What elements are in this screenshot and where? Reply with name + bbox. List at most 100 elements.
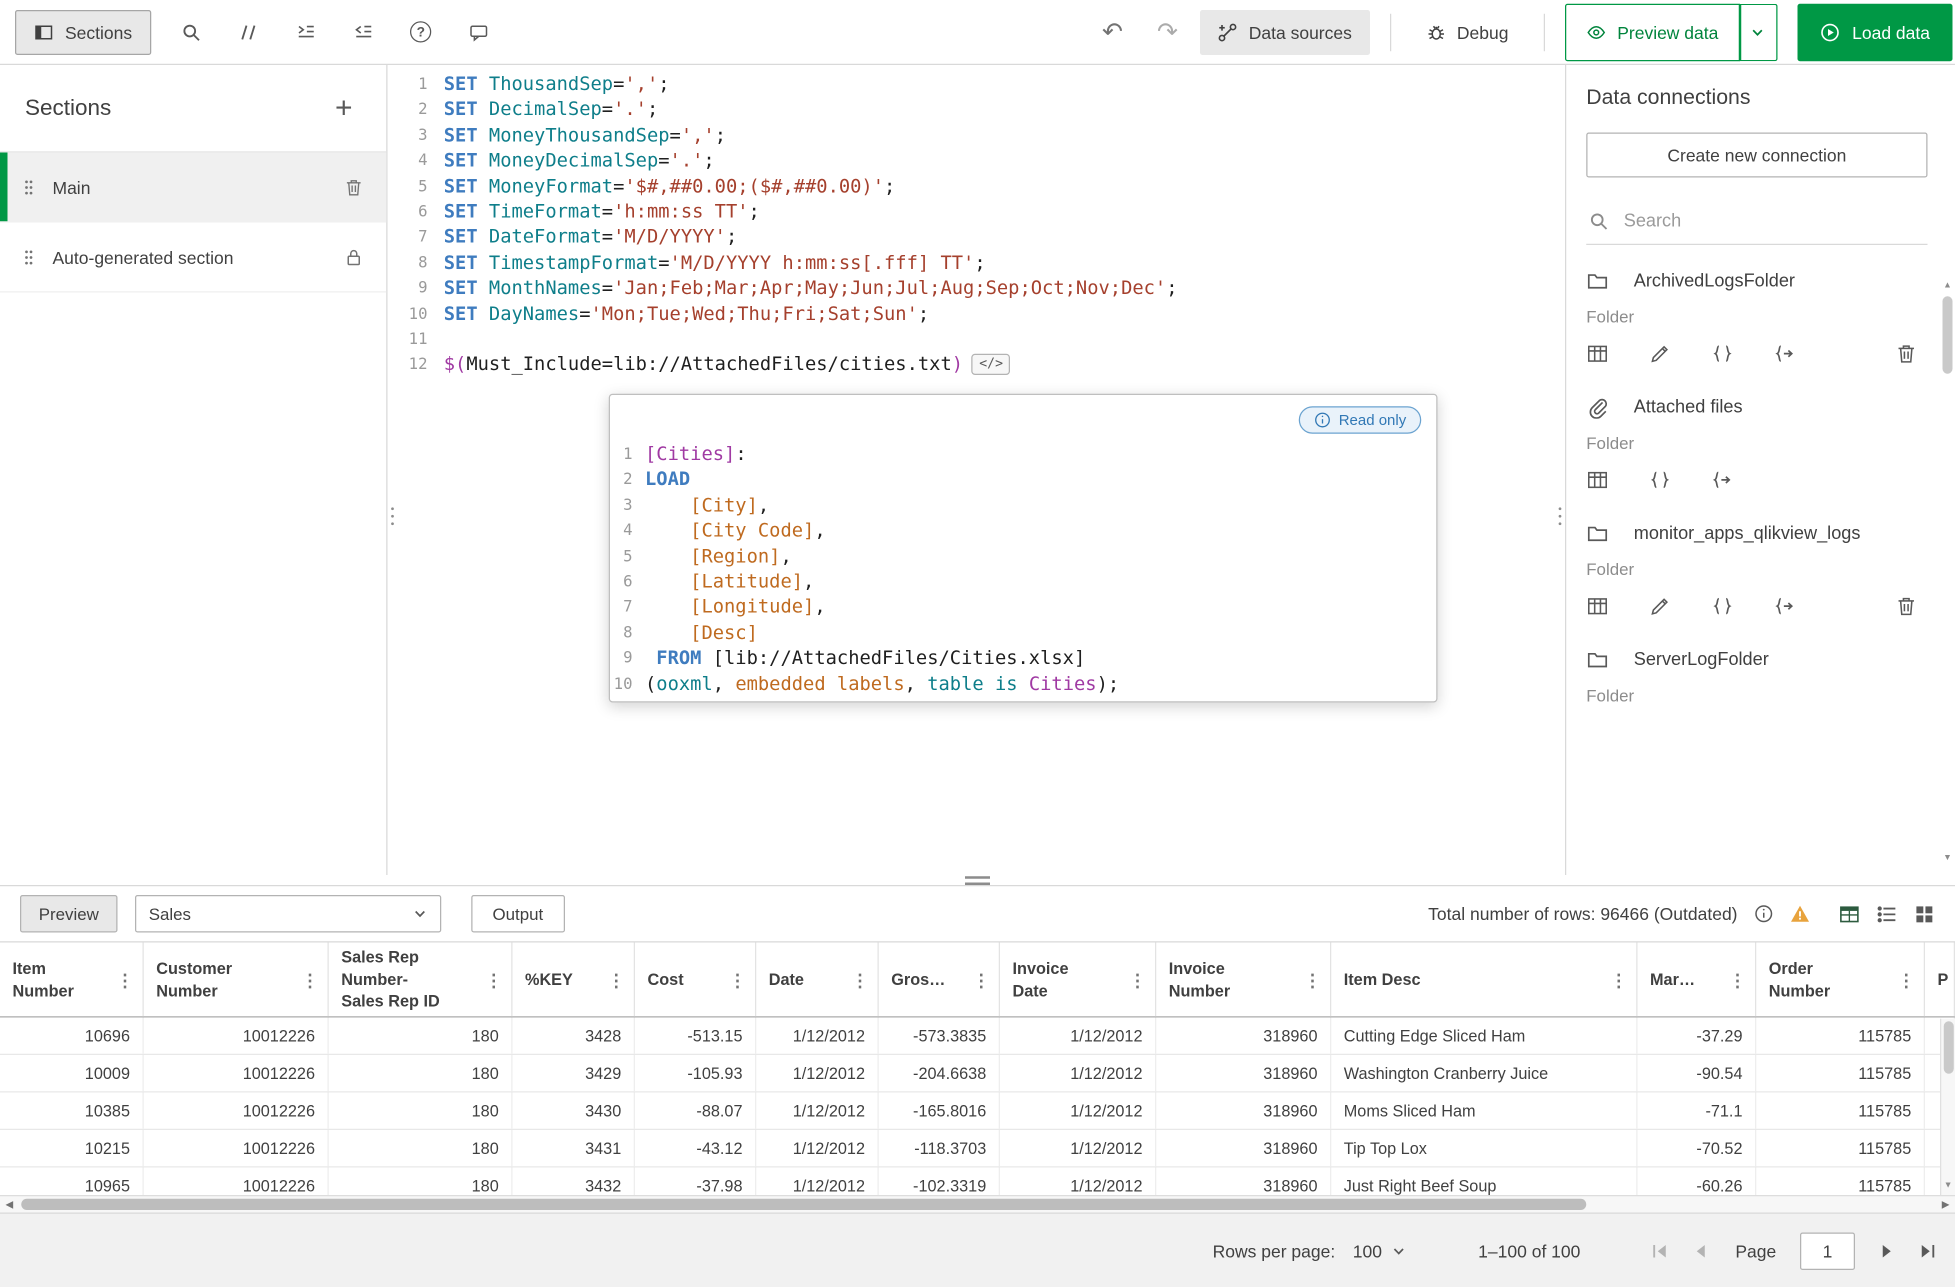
column-header-invoice[interactable]: Invoice Number ⋮: [1156, 942, 1332, 1017]
select-data-icon[interactable]: [1586, 469, 1609, 492]
connection-title[interactable]: ServerLogFolder: [1586, 644, 1927, 678]
preview-data-button[interactable]: Preview data: [1564, 3, 1740, 61]
delete-icon[interactable]: [344, 177, 364, 197]
previous-page-button[interactable]: [1692, 1241, 1712, 1261]
code-line[interactable]: 12 $(Must_Include=lib://AttachedFiles/cit…: [388, 352, 1566, 377]
scroll-up-icon[interactable]: ▲: [1943, 280, 1952, 293]
code-line[interactable]: 5 SET MoneyFormat='$#,##0.00;($#,##0.00)'…: [388, 173, 1566, 198]
comment-block-button[interactable]: [456, 9, 501, 54]
column-header-order[interactable]: Order Number ⋮: [1756, 942, 1925, 1017]
first-page-button[interactable]: [1650, 1241, 1670, 1261]
preview-data-caret-button[interactable]: [1739, 3, 1778, 61]
column-menu-icon[interactable]: ⋮: [1725, 971, 1750, 989]
grid-view-icon[interactable]: [1914, 903, 1935, 924]
delete-icon[interactable]: [1895, 595, 1918, 618]
expand-include-chip[interactable]: </>: [971, 353, 1011, 375]
data-sources-button[interactable]: Data sources: [1200, 9, 1370, 55]
column-menu-icon[interactable]: ⋮: [1125, 971, 1150, 989]
code-line[interactable]: 3 SET MoneyThousandSep=',';: [388, 122, 1566, 147]
panel-resize-handle[interactable]: [1556, 505, 1564, 528]
preview-tab-button[interactable]: Preview: [20, 895, 118, 933]
edit-icon[interactable]: [1649, 343, 1672, 366]
add-section-button[interactable]: +: [326, 91, 361, 126]
column-menu-icon[interactable]: ⋮: [481, 971, 506, 989]
redo-button[interactable]: ↷: [1145, 9, 1190, 54]
last-page-button[interactable]: [1918, 1241, 1938, 1261]
scroll-left-icon[interactable]: ◀: [0, 1198, 19, 1211]
code-line[interactable]: 8 SET TimestampFormat='M/D/YYYY h:mm:ss[.…: [388, 250, 1566, 275]
column-header-cost[interactable]: Cost ⋮: [635, 942, 757, 1017]
table-view-icon[interactable]: [1839, 903, 1860, 924]
search-button[interactable]: [168, 9, 213, 54]
delete-icon[interactable]: [1895, 343, 1918, 366]
next-page-button[interactable]: [1876, 1241, 1896, 1261]
connection-title[interactable]: Attached files: [1586, 391, 1927, 425]
column-header-item-desc[interactable]: Item Desc ⋮: [1331, 942, 1638, 1017]
column-menu-icon[interactable]: ⋮: [604, 971, 629, 989]
column-menu-icon[interactable]: ⋮: [1300, 971, 1325, 989]
code-line[interactable]: 11: [388, 326, 1566, 351]
insert-string-icon[interactable]: [1711, 595, 1734, 618]
code-line[interactable]: 9 SET MonthNames='Jan;Feb;Mar;Apr;May;Jun…: [388, 275, 1566, 300]
column-header-item[interactable]: Item Number ⋮: [0, 942, 144, 1017]
column-menu-icon[interactable]: ⋮: [113, 971, 138, 989]
column-header-customer[interactable]: Customer Number ⋮: [144, 942, 329, 1017]
connections-scrollbar[interactable]: ▲ ▼: [1941, 280, 1954, 865]
column-header-gros[interactable]: Gros… ⋮: [879, 942, 1000, 1017]
insert-string-icon[interactable]: [1711, 343, 1734, 366]
column-menu-icon[interactable]: ⋮: [848, 971, 873, 989]
warning-icon[interactable]: [1790, 904, 1810, 924]
column-header-date[interactable]: Date ⋮: [756, 942, 879, 1017]
scrollbar-thumb[interactable]: [1942, 296, 1953, 374]
code-line[interactable]: 4 SET MoneyDecimalSep='.';: [388, 148, 1566, 173]
create-connection-button[interactable]: Create new connection: [1586, 132, 1928, 178]
table-vertical-scrollbar[interactable]: ▼: [1940, 1018, 1955, 1195]
rows-per-page-dropdown[interactable]: 100: [1350, 1236, 1408, 1266]
scrollbar-thumb[interactable]: [21, 1198, 1587, 1210]
output-tab-button[interactable]: Output: [471, 895, 565, 933]
table-selector-dropdown[interactable]: Sales: [135, 895, 442, 933]
column-menu-icon[interactable]: ⋮: [1606, 971, 1631, 989]
column-menu-icon[interactable]: ⋮: [298, 971, 323, 989]
select-data-icon[interactable]: [1586, 343, 1609, 366]
table-horizontal-scrollbar[interactable]: ◀ ▶: [0, 1195, 1955, 1213]
page-number-input[interactable]: [1800, 1231, 1855, 1270]
column-header-p[interactable]: P: [1925, 942, 1955, 1017]
panel-splitter[interactable]: [0, 875, 1955, 885]
code-line[interactable]: 6 SET TimeFormat='h:mm:ss TT';: [388, 199, 1566, 224]
edit-icon[interactable]: [1649, 595, 1672, 618]
scroll-down-icon[interactable]: ▼: [1943, 853, 1952, 866]
debug-button[interactable]: Debug: [1411, 9, 1524, 54]
column-header-invoice[interactable]: Invoice Date ⋮: [1000, 942, 1157, 1017]
indent-button[interactable]: [283, 9, 328, 54]
sections-toggle-button[interactable]: Sections: [15, 9, 151, 55]
select-data-icon[interactable]: [1586, 595, 1609, 618]
help-button[interactable]: ?: [398, 9, 443, 54]
undo-button[interactable]: ↶: [1090, 9, 1135, 54]
connection-title[interactable]: ArchivedLogsFolder: [1586, 265, 1927, 299]
column-header-sales-rep[interactable]: Sales Rep Number- Sales Rep ID ⋮: [329, 942, 513, 1017]
scrollbar-thumb[interactable]: [1943, 1021, 1954, 1074]
code-line[interactable]: 1 SET ThousandSep=',';: [388, 71, 1566, 96]
insert-statement-icon[interactable]: [1774, 343, 1797, 366]
list-view-icon[interactable]: [1876, 903, 1897, 924]
insert-statement-icon[interactable]: [1711, 469, 1734, 492]
connection-search-input[interactable]: [1623, 210, 1925, 231]
script-editor[interactable]: 1 SET ThousandSep=','; 2 SET DecimalSep='.'…: [387, 65, 1566, 875]
column-menu-icon[interactable]: ⋮: [969, 971, 994, 989]
insert-string-icon[interactable]: [1649, 469, 1672, 492]
info-icon[interactable]: [1754, 904, 1774, 924]
scroll-down-icon[interactable]: ▼: [1944, 1180, 1953, 1193]
outdent-button[interactable]: [341, 9, 386, 54]
section-item-auto-generated-section[interactable]: Auto-generated section: [0, 223, 387, 293]
code-line[interactable]: 7 SET DateFormat='M/D/YYYY';: [388, 224, 1566, 249]
sidebar-resize-handle[interactable]: [389, 505, 397, 528]
insert-statement-icon[interactable]: [1774, 595, 1797, 618]
column-menu-icon[interactable]: ⋮: [725, 971, 750, 989]
column-header-key[interactable]: %KEY ⋮: [513, 942, 635, 1017]
code-line[interactable]: 2 SET DecimalSep='.';: [388, 97, 1566, 122]
column-header-mar[interactable]: Mar… ⋮: [1638, 942, 1757, 1017]
scroll-right-icon[interactable]: ▶: [1936, 1198, 1955, 1211]
section-item-main[interactable]: Main: [0, 152, 387, 223]
comment-toggle-button[interactable]: [226, 9, 271, 54]
